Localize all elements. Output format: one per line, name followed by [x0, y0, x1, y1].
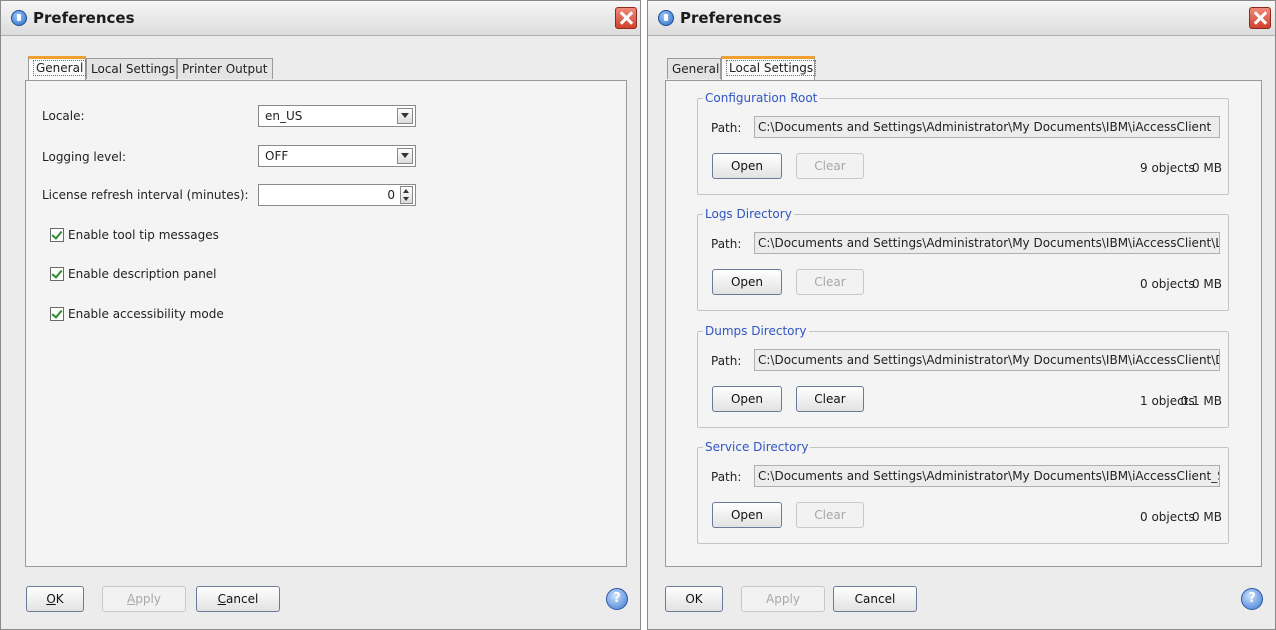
- tooltip-checkbox[interactable]: [50, 228, 64, 242]
- path-field[interactable]: C:\Documents and Settings\Administrator\…: [754, 116, 1220, 138]
- dumps-directory-group: Dumps Directory Path: C:\Documents and Set…: [697, 324, 1229, 428]
- app-icon: [658, 10, 674, 26]
- tab-strip: General Local Settings: [667, 56, 827, 80]
- spinner-icon[interactable]: [400, 186, 413, 204]
- general-tab-panel: Locale: en_US Logging level: OFF License…: [25, 80, 627, 567]
- ok-button[interactable]: OK: [26, 586, 84, 612]
- group-title: Logs Directory: [703, 207, 794, 221]
- locale-select[interactable]: en_US: [258, 105, 416, 127]
- directory-size: 0 MB: [1191, 161, 1222, 175]
- clear-button[interactable]: Clear: [796, 269, 864, 295]
- cancel-button[interactable]: Cancel: [196, 586, 280, 612]
- locale-label: Locale:: [42, 109, 85, 123]
- path-label: Path:: [711, 470, 742, 484]
- window-title: Preferences: [680, 9, 782, 27]
- license-refresh-value: 0: [387, 188, 395, 202]
- directory-size: 0.1 MB: [1180, 394, 1222, 408]
- tab-general[interactable]: General: [667, 58, 721, 79]
- license-refresh-label: License refresh interval (minutes):: [42, 188, 249, 202]
- path-label: Path:: [711, 237, 742, 251]
- accessibility-checkbox-label: Enable accessibility mode: [68, 307, 224, 321]
- preferences-window-local-settings: Preferences General Local Settings Confi…: [647, 0, 1276, 630]
- cancel-button[interactable]: Cancel: [833, 586, 917, 612]
- accessibility-checkbox-row[interactable]: Enable accessibility mode: [50, 307, 250, 323]
- tab-general-label: General: [33, 60, 87, 76]
- title-bar[interactable]: Preferences: [648, 1, 1275, 36]
- title-bar[interactable]: Preferences: [1, 1, 640, 36]
- tab-local-settings-label: Local Settings: [726, 60, 817, 76]
- close-icon[interactable]: [615, 7, 637, 29]
- help-icon[interactable]: ?: [606, 588, 628, 610]
- chevron-down-icon[interactable]: [397, 148, 413, 164]
- group-title: Service Directory: [703, 440, 811, 454]
- service-directory-group: Service Directory Path: C:\Documents and S…: [697, 440, 1229, 544]
- tooltip-checkbox-label: Enable tool tip messages: [68, 228, 219, 242]
- path-field[interactable]: C:\Documents and Settings\Administrator\…: [754, 349, 1220, 371]
- ok-mnemonic: O: [46, 592, 56, 606]
- logging-level-value: OFF: [265, 149, 289, 163]
- license-refresh-spinner[interactable]: 0: [258, 184, 416, 206]
- clear-button[interactable]: Clear: [796, 386, 864, 412]
- group-title: Configuration Root: [703, 91, 820, 105]
- window-title: Preferences: [33, 9, 135, 27]
- open-button[interactable]: Open: [712, 502, 782, 528]
- group-title: Dumps Directory: [703, 324, 809, 338]
- tab-strip: General Local Settings Printer Output: [28, 56, 288, 80]
- description-panel-checkbox[interactable]: [50, 267, 64, 281]
- chevron-down-icon[interactable]: [397, 108, 413, 124]
- open-button[interactable]: Open: [712, 153, 782, 179]
- apply-button[interactable]: Apply: [741, 586, 825, 612]
- path-label: Path:: [711, 354, 742, 368]
- apply-label-rest: pply: [135, 592, 161, 606]
- preferences-window-general: Preferences General Local Settings Print…: [0, 0, 641, 630]
- description-panel-checkbox-row[interactable]: Enable description panel: [50, 267, 250, 283]
- help-icon[interactable]: ?: [1241, 588, 1263, 610]
- configuration-root-group: Configuration Root Path: C:\Documents and …: [697, 91, 1229, 195]
- tab-printer-output[interactable]: Printer Output: [177, 58, 273, 79]
- apply-button[interactable]: Apply: [102, 586, 186, 612]
- close-icon[interactable]: [1249, 7, 1271, 29]
- cancel-mnemonic: C: [217, 592, 227, 606]
- tab-local-settings[interactable]: Local Settings: [86, 58, 177, 79]
- local-settings-tab-panel: Configuration Root Path: C:\Documents and …: [665, 80, 1262, 567]
- tab-local-settings[interactable]: Local Settings: [721, 56, 817, 80]
- tab-general[interactable]: General: [28, 56, 87, 80]
- logs-directory-group: Logs Directory Path: C:\Documents and Sett…: [697, 207, 1229, 311]
- open-button[interactable]: Open: [712, 386, 782, 412]
- directory-size: 0 MB: [1191, 277, 1222, 291]
- directory-size: 0 MB: [1191, 510, 1222, 524]
- accessibility-checkbox[interactable]: [50, 307, 64, 321]
- ok-label-rest: K: [55, 592, 64, 606]
- logging-level-select[interactable]: OFF: [258, 145, 416, 167]
- locale-value: en_US: [265, 109, 303, 123]
- path-field[interactable]: C:\Documents and Settings\Administrator\…: [754, 465, 1220, 487]
- path-field[interactable]: C:\Documents and Settings\Administrator\…: [754, 232, 1220, 254]
- path-label: Path:: [711, 121, 742, 135]
- ok-button[interactable]: OK: [665, 586, 723, 612]
- open-button[interactable]: Open: [712, 269, 782, 295]
- tooltip-checkbox-row[interactable]: Enable tool tip messages: [50, 228, 250, 244]
- clear-button[interactable]: Clear: [796, 153, 864, 179]
- cancel-label-rest: ancel: [226, 592, 259, 606]
- app-icon: [11, 10, 27, 26]
- description-panel-checkbox-label: Enable description panel: [68, 267, 217, 281]
- logging-level-label: Logging level:: [42, 150, 126, 164]
- clear-button[interactable]: Clear: [796, 502, 864, 528]
